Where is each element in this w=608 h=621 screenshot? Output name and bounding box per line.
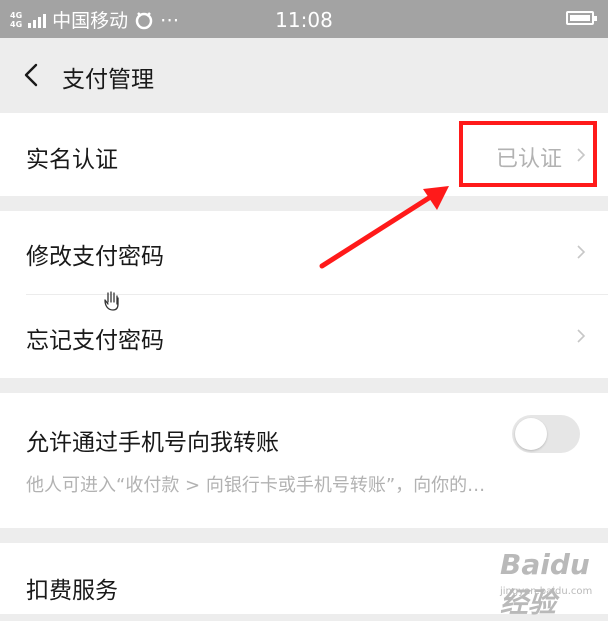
- annotation-arrow: [319, 186, 449, 269]
- watermark-url: jingyan.baidu.com: [500, 586, 593, 597]
- hand-cursor-icon: [104, 291, 119, 311]
- watermark-logo: Baidu 经验: [500, 548, 590, 619]
- baidu-watermark: Baidu 经验 jingyan.baidu.com: [500, 548, 600, 619]
